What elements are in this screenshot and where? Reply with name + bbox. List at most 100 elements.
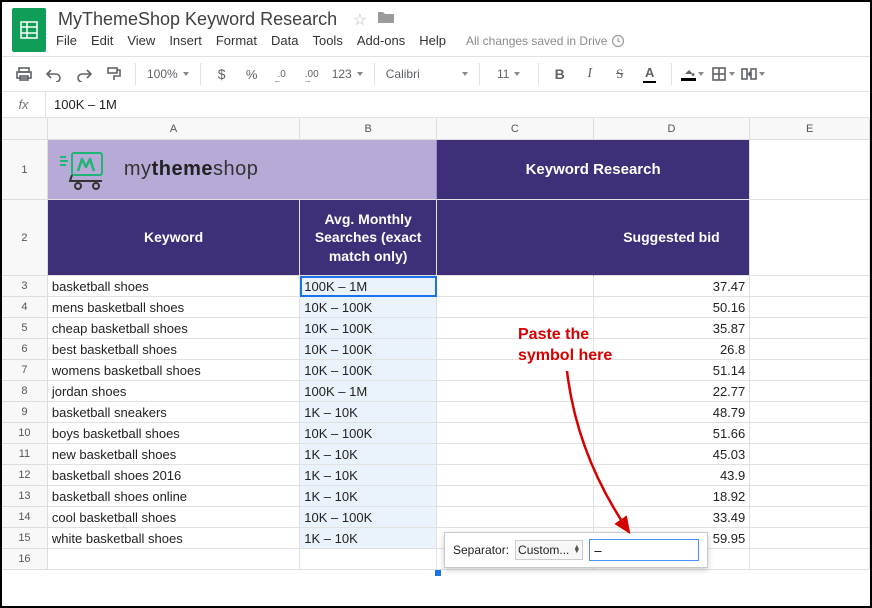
menu-insert[interactable]: Insert <box>169 33 202 48</box>
col-header-d[interactable]: D <box>594 118 751 140</box>
cell-b1[interactable] <box>300 140 437 200</box>
row-header-2[interactable]: 2 <box>2 200 48 276</box>
row-header-4[interactable]: 4 <box>2 297 48 318</box>
row-header-14[interactable]: 14 <box>2 507 48 528</box>
fillcolor-button[interactable] <box>679 60 707 88</box>
paintformat-button[interactable] <box>100 60 128 88</box>
formula-input[interactable]: 100K – 1M <box>46 92 870 117</box>
cell-b15[interactable]: 1K – 10K <box>300 528 437 549</box>
redo-button[interactable] <box>70 60 98 88</box>
row-header-5[interactable]: 5 <box>2 318 48 339</box>
cell-b11[interactable]: 1K – 10K <box>300 444 437 465</box>
row-header-13[interactable]: 13 <box>2 486 48 507</box>
cell-b10[interactable]: 10K – 100K <box>300 423 437 444</box>
cell-a8[interactable]: jordan shoes <box>48 381 300 402</box>
col-header-c[interactable]: C <box>437 118 594 140</box>
menu-file[interactable]: File <box>56 33 77 48</box>
cell-a6[interactable]: best basketball shoes <box>48 339 300 360</box>
cell-c3[interactable] <box>437 276 594 297</box>
cell-e11[interactable] <box>750 444 870 465</box>
strikethrough-button[interactable]: S <box>606 60 634 88</box>
currency-button[interactable]: $ <box>208 60 236 88</box>
bold-button[interactable]: B <box>546 60 574 88</box>
cell-c2[interactable] <box>437 200 594 276</box>
cell-b16[interactable] <box>300 549 437 570</box>
cell-d6[interactable]: 26.8 <box>594 339 751 360</box>
cell-a2-keyword-header[interactable]: Keyword <box>48 200 300 276</box>
cell-b13[interactable]: 1K – 10K <box>300 486 437 507</box>
cell-e5[interactable] <box>750 318 870 339</box>
star-icon[interactable]: ☆ <box>353 10 367 30</box>
selection-fill-handle[interactable] <box>435 570 441 576</box>
cell-cd1-keyword-research[interactable]: Keyword Research <box>437 140 750 200</box>
cell-d2-bid-header[interactable]: Suggested bid <box>594 200 751 276</box>
sheets-app-icon[interactable] <box>12 8 46 52</box>
cell-a4[interactable]: mens basketball shoes <box>48 297 300 318</box>
print-button[interactable] <box>10 60 38 88</box>
cell-a9[interactable]: basketball sneakers <box>48 402 300 423</box>
number-format-dropdown[interactable]: 123 <box>328 60 367 88</box>
zoom-dropdown[interactable]: 100% <box>143 60 193 88</box>
cell-a12[interactable]: basketball shoes 2016 <box>48 465 300 486</box>
row-header-16[interactable]: 16 <box>2 549 48 570</box>
folder-icon[interactable] <box>377 10 395 30</box>
col-header-e[interactable]: E <box>750 118 870 140</box>
row-header-12[interactable]: 12 <box>2 465 48 486</box>
cell-b2-searches-header[interactable]: Avg. Monthly Searches (exact match only) <box>300 200 437 276</box>
cell-b6[interactable]: 10K – 100K <box>300 339 437 360</box>
cell-e10[interactable] <box>750 423 870 444</box>
cell-d4[interactable]: 50.16 <box>594 297 751 318</box>
row-header-10[interactable]: 10 <box>2 423 48 444</box>
menu-view[interactable]: View <box>127 33 155 48</box>
cell-b7[interactable]: 10K – 100K <box>300 360 437 381</box>
cell-e6[interactable] <box>750 339 870 360</box>
merge-button[interactable] <box>739 60 767 88</box>
menu-addons[interactable]: Add-ons <box>357 33 405 48</box>
cell-c4[interactable] <box>437 297 594 318</box>
row-header-7[interactable]: 7 <box>2 360 48 381</box>
col-header-b[interactable]: B <box>300 118 437 140</box>
menu-edit[interactable]: Edit <box>91 33 113 48</box>
font-dropdown[interactable]: Calibri <box>382 60 472 88</box>
cell-b14[interactable]: 10K – 100K <box>300 507 437 528</box>
row-header-15[interactable]: 15 <box>2 528 48 549</box>
cell-e16[interactable] <box>750 549 870 570</box>
cell-d5[interactable]: 35.87 <box>594 318 751 339</box>
cell-b8[interactable]: 100K – 1M <box>300 381 437 402</box>
cell-e3[interactable] <box>750 276 870 297</box>
row-header-1[interactable]: 1 <box>2 140 48 200</box>
borders-button[interactable] <box>709 60 737 88</box>
row-header-8[interactable]: 8 <box>2 381 48 402</box>
cell-b4[interactable]: 10K – 100K <box>300 297 437 318</box>
cell-a7[interactable]: womens basketball shoes <box>48 360 300 381</box>
cell-e7[interactable] <box>750 360 870 381</box>
increase-decimal-button[interactable]: .00→ <box>298 60 326 88</box>
cell-a13[interactable]: basketball shoes online <box>48 486 300 507</box>
cell-e9[interactable] <box>750 402 870 423</box>
document-title[interactable]: MyThemeShop Keyword Research <box>56 7 339 31</box>
cell-e2[interactable] <box>750 200 870 276</box>
cell-a11[interactable]: new basketball shoes <box>48 444 300 465</box>
cell-e8[interactable] <box>750 381 870 402</box>
menu-data[interactable]: Data <box>271 33 298 48</box>
select-all-corner[interactable] <box>2 118 48 140</box>
cell-a5[interactable]: cheap basketball shoes <box>48 318 300 339</box>
menu-tools[interactable]: Tools <box>312 33 342 48</box>
cell-e13[interactable] <box>750 486 870 507</box>
cell-e14[interactable] <box>750 507 870 528</box>
cell-a1-logo[interactable]: mythemeshop <box>48 140 300 200</box>
menu-format[interactable]: Format <box>216 33 257 48</box>
cell-d3[interactable]: 37.47 <box>594 276 751 297</box>
col-header-a[interactable]: A <box>48 118 300 140</box>
row-header-3[interactable]: 3 <box>2 276 48 297</box>
cell-a14[interactable]: cool basketball shoes <box>48 507 300 528</box>
row-header-6[interactable]: 6 <box>2 339 48 360</box>
cell-b5[interactable]: 10K – 100K <box>300 318 437 339</box>
cell-e1[interactable] <box>750 140 870 200</box>
cell-e12[interactable] <box>750 465 870 486</box>
fontsize-dropdown[interactable]: 11 <box>487 60 531 88</box>
cell-b9[interactable]: 1K – 10K <box>300 402 437 423</box>
cell-b12[interactable]: 1K – 10K <box>300 465 437 486</box>
cell-b3[interactable]: 100K – 1M <box>300 276 437 297</box>
row-header-11[interactable]: 11 <box>2 444 48 465</box>
